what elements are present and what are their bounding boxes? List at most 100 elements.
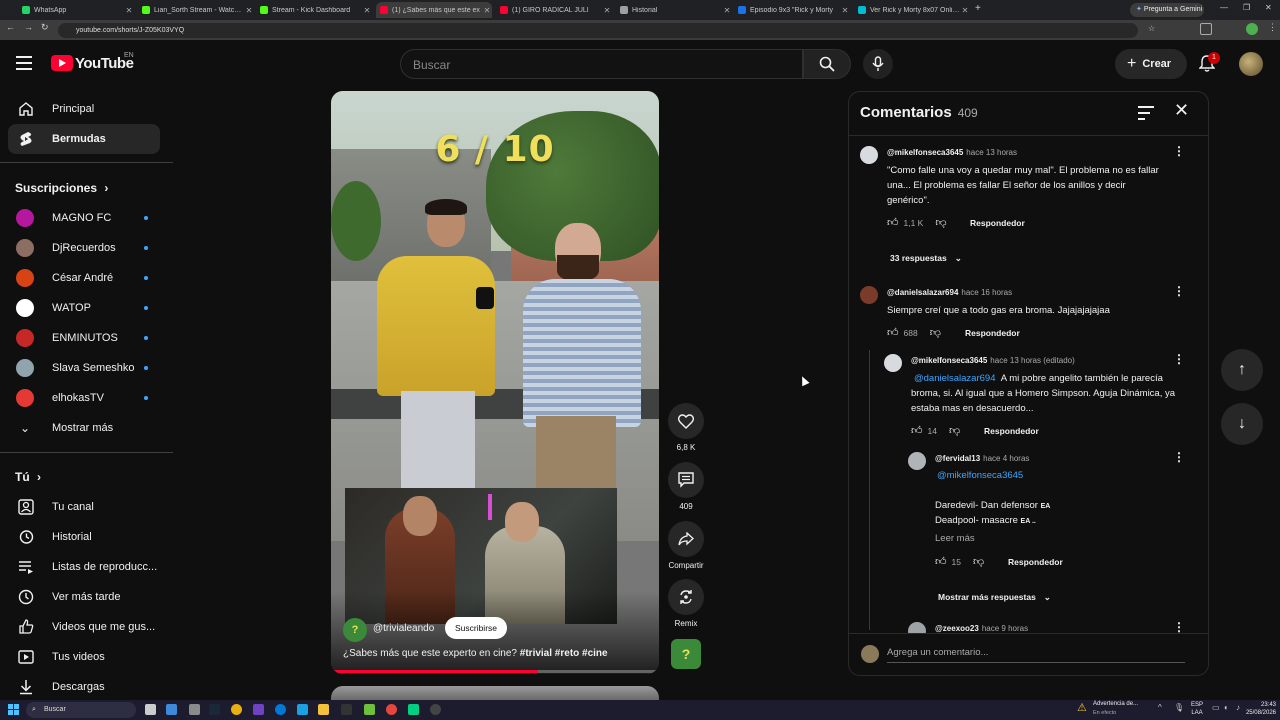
extensions-icon[interactable]: [1200, 23, 1212, 35]
reply-button[interactable]: Respondedor: [970, 218, 1025, 228]
browser-tab[interactable]: Lian_Sorth Stream - Watch Live ✕: [138, 2, 254, 18]
close-tab-icon[interactable]: ✕: [362, 6, 372, 15]
reply-button[interactable]: Respondedor: [984, 426, 1039, 436]
profile-icon[interactable]: [1246, 23, 1258, 35]
subscription-item[interactable]: WATOP: [8, 293, 160, 323]
progress-bar-track[interactable]: [331, 670, 659, 673]
thumbs-down-icon[interactable]: 👎︎: [935, 216, 946, 229]
comment-menu-icon[interactable]: ⋮: [1173, 620, 1185, 634]
taskbar-app-icon[interactable]: [408, 704, 419, 715]
close-tab-icon[interactable]: ✕: [602, 6, 612, 15]
notifications-button[interactable]: 1: [1198, 52, 1220, 73]
previous-short-button[interactable]: ↑: [1221, 349, 1263, 391]
avatar[interactable]: [1239, 52, 1263, 76]
browser-tab[interactable]: Episodio 9x3 "Rick y Morty ✕: [734, 2, 850, 18]
comment-avatar[interactable]: [908, 452, 926, 470]
browser-tab[interactable]: Ver Rick y Morty 8x07 Online H ✕: [854, 2, 970, 18]
network-icon[interactable]: ◐: [1224, 703, 1229, 712]
sort-icon[interactable]: [1138, 106, 1154, 120]
browser-tab[interactable]: (1) GIRO RADICAL JULI ✕: [496, 2, 612, 18]
reply-button[interactable]: Respondedor: [965, 328, 1020, 338]
comment-menu-icon[interactable]: ⋮: [1173, 352, 1185, 366]
next-short-button[interactable]: ↓: [1221, 403, 1263, 445]
mention-link[interactable]: @danielsalazar694: [914, 373, 995, 384]
subscription-item[interactable]: elhokasTV: [8, 383, 160, 413]
browser-tab[interactable]: Stream - Kick Dashboard ✕: [256, 2, 372, 18]
chrome-icon[interactable]: [386, 704, 397, 715]
channel-name[interactable]: @trivialeando: [373, 623, 434, 634]
thumbs-down-icon[interactable]: 👎︎: [973, 555, 984, 568]
taskbar-app-icon[interactable]: [231, 704, 242, 715]
sidebar-item-your-videos[interactable]: Tus videos: [8, 642, 160, 672]
thumbs-down-icon[interactable]: 👎︎: [930, 326, 941, 339]
language-indicator[interactable]: ESP LAA: [1191, 701, 1203, 717]
comment-menu-icon[interactable]: ⋮: [1173, 450, 1185, 464]
minimize-button[interactable]: —: [1220, 3, 1228, 12]
create-button[interactable]: + Crear: [1115, 49, 1187, 79]
sidebar-item-bermudas[interactable]: Bermudas: [8, 124, 160, 154]
sidebar-item-principal[interactable]: Principal: [8, 94, 160, 124]
task-view-icon[interactable]: [145, 704, 156, 715]
close-icon[interactable]: ✕: [1174, 100, 1189, 121]
search-button[interactable]: [803, 49, 851, 79]
close-tab-icon[interactable]: ✕: [960, 6, 970, 15]
browser-menu-icon[interactable]: ⋮: [1268, 22, 1277, 33]
edge-icon[interactable]: [275, 704, 286, 715]
taskbar-app-icon[interactable]: [430, 704, 441, 715]
gemini-button[interactable]: ✦ Pregunta a Gemini: [1130, 3, 1204, 17]
close-tab-icon[interactable]: ✕: [482, 6, 492, 15]
remix-button[interactable]: [668, 579, 704, 615]
taskbar-app-icon[interactable]: [364, 704, 375, 715]
subscription-item[interactable]: MAGNO FC: [8, 203, 160, 233]
sidebar-item-watch-later[interactable]: Ver más tarde: [8, 582, 160, 612]
battery-icon[interactable]: ▭: [1212, 703, 1220, 712]
youtube-logo-icon[interactable]: [51, 55, 73, 71]
subscription-item[interactable]: DjRecuerdos: [8, 233, 160, 263]
mention-link[interactable]: @mikelfonseca3645: [937, 468, 1023, 483]
close-tab-icon[interactable]: ✕: [722, 6, 732, 15]
new-tab-button[interactable]: +: [975, 3, 981, 14]
subscriptions-heading[interactable]: Suscripciones ›: [15, 181, 108, 195]
close-tab-icon[interactable]: ✕: [840, 6, 850, 15]
subscription-item[interactable]: César André: [8, 263, 160, 293]
windows-start-icon[interactable]: [8, 704, 19, 715]
subscription-item[interactable]: Slava Semeshko: [8, 353, 160, 383]
close-window-button[interactable]: ✕: [1265, 3, 1272, 12]
subscription-item[interactable]: ENMINUTOS: [8, 323, 160, 353]
sidebar-item-downloads[interactable]: Descargas: [8, 672, 160, 702]
browser-tab[interactable]: Historial ✕: [616, 2, 732, 18]
taskbar-search[interactable]: ⌕ Buscar: [26, 702, 136, 718]
url-field[interactable]: youtube.com/shorts/J-Z05K03VYQ: [58, 23, 1138, 38]
search-input[interactable]: Buscar: [400, 49, 803, 79]
reload-icon[interactable]: ↻: [41, 22, 49, 33]
taskbar-app-icon[interactable]: [166, 704, 177, 715]
channel-avatar[interactable]: ?: [343, 618, 367, 642]
share-button[interactable]: [668, 521, 704, 557]
browser-tab[interactable]: WhatsApp ✕: [18, 2, 134, 18]
show-more-button[interactable]: ⌄ Mostrar más: [8, 413, 160, 443]
clock[interactable]: 23:43 25/08/2026: [1240, 701, 1276, 717]
bookmark-star-icon[interactable]: ☆: [1148, 24, 1155, 33]
sidebar-item-playlists[interactable]: Listas de reproducc...: [8, 552, 160, 582]
tray-chevron-icon[interactable]: ^: [1158, 703, 1162, 712]
you-heading[interactable]: Tú ›: [15, 470, 41, 484]
comment-avatar[interactable]: [860, 146, 878, 164]
comment-avatar[interactable]: [860, 286, 878, 304]
read-more-link[interactable]: Leer más: [935, 531, 975, 546]
hamburger-menu-icon[interactable]: [16, 56, 32, 70]
file-explorer-icon[interactable]: [318, 704, 329, 715]
back-icon[interactable]: ←: [6, 22, 15, 32]
thumbs-up-icon[interactable]: 👍︎: [911, 424, 923, 437]
sound-thumbnail[interactable]: ?: [671, 639, 701, 669]
like-button[interactable]: [668, 403, 704, 439]
microphone-tray-icon[interactable]: 🎙︎: [1174, 703, 1184, 712]
reply-button[interactable]: Respondedor: [1008, 557, 1063, 567]
browser-tab-active[interactable]: (1) ¿Sabes más que este ex ✕: [376, 2, 492, 18]
maximize-button[interactable]: ❐: [1243, 3, 1250, 12]
short-hashtags[interactable]: #trivial #reto #cine: [520, 648, 608, 659]
sidebar-item-your-channel[interactable]: Tu canal: [8, 492, 160, 522]
voice-search-button[interactable]: [863, 49, 893, 79]
close-tab-icon[interactable]: ✕: [124, 6, 134, 15]
sidebar-item-history[interactable]: Historial: [8, 522, 160, 552]
warning-title[interactable]: Advertencia de...: [1093, 701, 1138, 707]
